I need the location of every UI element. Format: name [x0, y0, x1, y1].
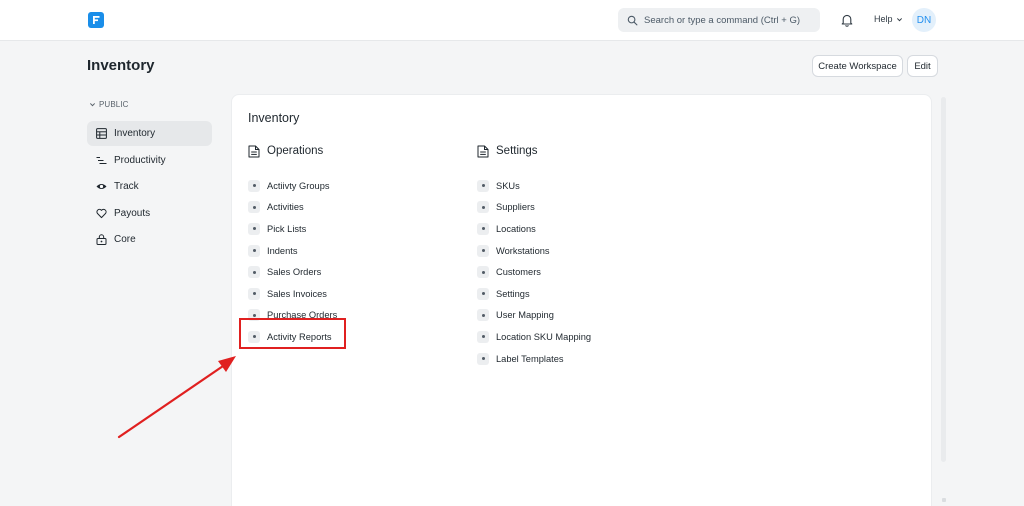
link-label: User Mapping: [496, 310, 554, 321]
link-label: Customers: [496, 267, 541, 278]
bullet-icon: [248, 201, 260, 214]
sidebar-item-core[interactable]: Core: [87, 227, 212, 252]
scrollbar-end-marker: [942, 498, 946, 502]
link-label: Pick Lists: [267, 223, 307, 234]
sidebar-item-productivity[interactable]: Productivity: [87, 148, 212, 173]
bullet-icon: [477, 179, 489, 192]
bullet-icon: [477, 330, 489, 343]
document-icon: [477, 145, 489, 157]
command-search-bar[interactable]: [618, 8, 820, 32]
link-workstations[interactable]: Workstations: [477, 240, 591, 262]
sidebar-item-label: Core: [114, 234, 136, 246]
search-input[interactable]: [644, 14, 814, 26]
bullet-icon: [477, 287, 489, 300]
link-label: SKUs: [496, 180, 520, 191]
link-sales-orders[interactable]: Sales Orders: [248, 261, 337, 283]
sidebar-section-label: PUBLIC: [99, 100, 129, 109]
card-title: Inventory: [248, 111, 300, 125]
help-dropdown[interactable]: Help: [874, 14, 903, 24]
link-label: Settings: [496, 288, 530, 299]
link-label: Suppliers: [496, 202, 535, 213]
link-label: Locations: [496, 223, 536, 234]
link-label: Actiivty Groups: [267, 180, 330, 191]
chevron-down-icon: [896, 17, 902, 21]
link-activities[interactable]: Activities: [248, 197, 337, 219]
settings-links: SKUs Suppliers Locations Workstations Cu…: [477, 175, 591, 369]
link-skus[interactable]: SKUs: [477, 175, 591, 197]
top-navbar: Help DN: [0, 0, 1024, 41]
bullet-icon: [248, 179, 260, 192]
sidebar: Inventory Productivity Track Payouts Cor…: [87, 121, 212, 254]
link-sales-invoices[interactable]: Sales Invoices: [248, 283, 337, 305]
lock-icon: [96, 234, 107, 246]
sidebar-item-payouts[interactable]: Payouts: [87, 201, 212, 226]
link-label: Workstations: [496, 245, 550, 256]
operations-heading: Operations: [248, 144, 337, 158]
sidebar-item-label: Track: [114, 181, 139, 193]
eye-icon: [96, 181, 107, 192]
link-pick-lists[interactable]: Pick Lists: [248, 218, 337, 240]
table-icon: [96, 128, 107, 139]
bullet-icon: [248, 266, 260, 279]
sidebar-item-label: Productivity: [114, 154, 166, 166]
settings-heading: Settings: [477, 144, 591, 158]
link-label-templates[interactable]: Label Templates: [477, 348, 591, 370]
link-label: Location SKU Mapping: [496, 331, 592, 342]
link-label: Sales Invoices: [267, 288, 327, 299]
annotation-highlight-box: [239, 318, 346, 349]
page-title: Inventory: [87, 57, 155, 74]
settings-heading-label: Settings: [496, 145, 538, 157]
bullet-icon: [477, 222, 489, 235]
user-avatar[interactable]: DN: [912, 8, 936, 32]
link-label: Label Templates: [496, 353, 564, 364]
link-label: Sales Orders: [267, 267, 322, 278]
link-user-mapping[interactable]: User Mapping: [477, 305, 591, 327]
link-locations[interactable]: Locations: [477, 218, 591, 240]
link-customers[interactable]: Customers: [477, 261, 591, 283]
bullet-icon: [477, 244, 489, 257]
bullet-icon: [477, 266, 489, 279]
edit-button[interactable]: Edit: [907, 55, 938, 77]
workspace-card: Inventory Operations Actiivty Groups Act…: [231, 94, 932, 506]
link-indents[interactable]: Indents: [248, 240, 337, 262]
link-settings[interactable]: Settings: [477, 283, 591, 305]
bullet-icon: [477, 352, 489, 365]
create-workspace-button[interactable]: Create Workspace: [812, 55, 903, 77]
notification-bell-icon[interactable]: [840, 13, 854, 27]
page-scrollbar[interactable]: [941, 97, 946, 462]
settings-column: Settings SKUs Suppliers Locations Workst…: [477, 144, 591, 369]
bullet-icon: [477, 309, 489, 322]
bullet-icon: [248, 287, 260, 300]
list-sort-icon: [96, 155, 107, 166]
link-suppliers[interactable]: Suppliers: [477, 197, 591, 219]
sidebar-item-label: Inventory: [114, 128, 156, 139]
link-label: Activities: [267, 202, 304, 213]
bullet-icon: [477, 201, 489, 214]
sidebar-section-toggle[interactable]: PUBLIC: [89, 100, 129, 109]
heart-icon: [96, 208, 107, 219]
operations-heading-label: Operations: [267, 145, 324, 157]
document-icon: [248, 145, 260, 157]
app-logo-icon[interactable]: [88, 12, 104, 28]
bullet-icon: [248, 244, 260, 257]
avatar-initials: DN: [916, 14, 932, 26]
sidebar-item-label: Payouts: [114, 207, 151, 219]
bullet-icon: [248, 222, 260, 235]
search-icon: [627, 15, 638, 25]
help-label: Help: [874, 14, 893, 24]
link-label: Indents: [267, 245, 298, 256]
link-activity-groups[interactable]: Actiivty Groups: [248, 175, 337, 197]
link-location-sku-mapping[interactable]: Location SKU Mapping: [477, 326, 591, 348]
sidebar-item-inventory[interactable]: Inventory: [87, 121, 212, 146]
chevron-down-icon: [89, 103, 96, 107]
sidebar-item-track[interactable]: Track: [87, 174, 212, 199]
